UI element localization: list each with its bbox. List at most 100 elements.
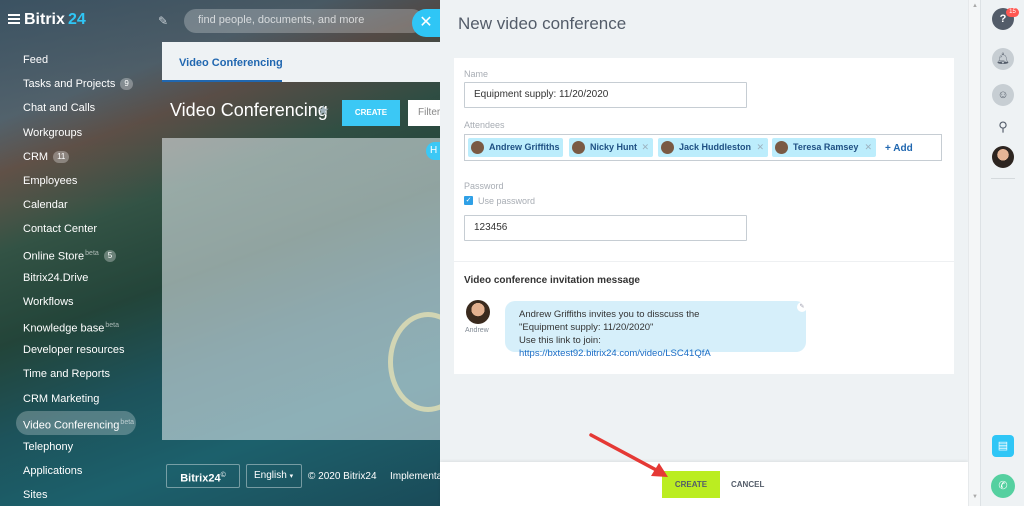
- sidebar-item[interactable]: Tasks and Projects 9: [0, 72, 160, 96]
- scroll-up-icon[interactable]: ▲: [972, 3, 978, 9]
- sidebar-item[interactable]: Online Storebeta 5: [0, 242, 160, 266]
- notification-badge: 15: [1006, 8, 1019, 17]
- sidebar-item-label: Tasks and Projects: [23, 78, 116, 91]
- sidebar-item-label: Feed: [23, 54, 49, 66]
- divider: [991, 178, 1015, 179]
- name-input[interactable]: Equipment supply: 11/20/2020: [464, 82, 747, 108]
- page-create-button[interactable]: CREATE: [342, 100, 400, 126]
- copyright: © 2020 Bitrix24: [308, 471, 377, 482]
- create-button[interactable]: CREATE: [662, 471, 720, 498]
- footer-logo[interactable]: Bitrix24©: [166, 464, 240, 488]
- close-slider-button[interactable]: ✕: [412, 9, 440, 37]
- logo[interactable]: Bitrix: [24, 11, 65, 29]
- sidebar-item[interactable]: Chat and Calls: [0, 96, 160, 120]
- avatar: [775, 141, 788, 154]
- tab-video-conferencing[interactable]: Video Conferencing: [179, 57, 283, 69]
- sidebar-item-label: CRM: [23, 150, 49, 163]
- sidebar-item-label: Developer resources: [23, 344, 125, 357]
- logo-suffix[interactable]: 24: [68, 11, 86, 29]
- remove-icon[interactable]: ✕: [864, 138, 872, 157]
- sidebar-item[interactable]: Calendar: [0, 193, 160, 217]
- counter-badge: 11: [53, 150, 70, 163]
- sidebar-item-label: Telephony: [23, 441, 74, 453]
- scrollbar[interactable]: ▲ ▼: [968, 0, 980, 506]
- sidebar-item[interactable]: Video Conferencingbeta: [16, 410, 136, 435]
- top-bar: Bitrix 24 ✎ find people, documents, and …: [0, 0, 440, 42]
- attendee-chip[interactable]: Teresa Ramsey ✕: [772, 138, 876, 157]
- scroll-down-icon[interactable]: ▼: [972, 494, 978, 500]
- avatar: [572, 141, 585, 154]
- bell-icon[interactable]: 🔔︎: [992, 48, 1014, 70]
- attendee-chip[interactable]: Nicky Hunt ✕: [569, 138, 653, 157]
- message-heading: Video conference invitation message: [464, 275, 640, 286]
- name-label: Name: [464, 69, 489, 79]
- beta-badge: beta: [120, 418, 135, 426]
- attendee-chip[interactable]: Jack Huddleston ✕: [658, 138, 768, 157]
- author-avatar: [466, 300, 490, 324]
- page-title: Video Conferencing: [170, 100, 328, 120]
- sidebar-item[interactable]: Telephony: [0, 435, 160, 459]
- sidebar-item[interactable]: Employees: [0, 169, 160, 193]
- footer-link[interactable]: Implementa: [390, 471, 442, 482]
- remove-icon[interactable]: ✕: [756, 138, 764, 157]
- beta-badge: beta: [85, 249, 99, 257]
- avatar: [661, 141, 674, 154]
- chevron-down-icon: ▾: [289, 473, 294, 480]
- sidebar-item-label: Knowledge base: [23, 322, 105, 335]
- sidebar-item[interactable]: Contact Center: [0, 217, 160, 241]
- sidebar-item-label: Workflows: [23, 295, 74, 308]
- sidebar-item-label: Bitrix24.Drive: [23, 271, 89, 284]
- attendees-label: Attendees: [464, 120, 505, 130]
- sidebar-item[interactable]: Bitrix24.Drive: [0, 266, 160, 290]
- sidebar-item-label: Employees: [23, 174, 78, 187]
- sidebar-item[interactable]: Sites: [0, 483, 160, 506]
- search-icon[interactable]: ⚲: [992, 116, 1014, 138]
- sidebar-item-label: Time and Reports: [23, 368, 111, 381]
- video-conferencing-page: Video Conferencing Video Conferencing ★ …: [162, 42, 468, 440]
- phone-icon[interactable]: ✆: [991, 474, 1015, 498]
- sidebar-item[interactable]: Knowledge basebeta: [0, 314, 160, 338]
- sidebar-item-label: Chat and Calls: [23, 102, 96, 115]
- new-video-conference-slider: New video conference Name Equipment supp…: [440, 0, 980, 506]
- attendees-field[interactable]: Andrew Griffiths Nicky Hunt ✕ Jack Huddle…: [464, 134, 942, 161]
- page-tab-bar: Video Conferencing: [162, 42, 440, 82]
- use-password-checkbox[interactable]: ✓: [464, 196, 473, 205]
- avatar: [471, 141, 484, 154]
- search-input[interactable]: find people, documents, and more: [184, 9, 424, 33]
- use-password-label: Use password: [478, 196, 536, 206]
- password-input[interactable]: 123456: [464, 215, 747, 241]
- remove-icon[interactable]: ✕: [641, 138, 649, 157]
- sidebar-item[interactable]: Workflows: [0, 290, 160, 314]
- sidebar-item-label: Video Conferencing: [23, 419, 120, 432]
- sidebar-item[interactable]: Workgroups: [0, 121, 160, 145]
- divider: [454, 261, 954, 262]
- conference-link[interactable]: https://bxtest92.bitrix24.com/video/LSC4…: [519, 348, 711, 359]
- document-icon[interactable]: ▤: [992, 435, 1014, 457]
- star-icon[interactable]: ★: [317, 102, 330, 119]
- add-attendee-link[interactable]: + Add: [885, 139, 913, 158]
- action-bar: CREATE CANCEL: [440, 462, 968, 506]
- user-avatar[interactable]: [992, 146, 1014, 168]
- sidebar-item[interactable]: Feed: [0, 48, 160, 72]
- sidebar-item[interactable]: Time and Reports: [0, 362, 160, 386]
- counter-badge: 9: [120, 78, 133, 91]
- sidebar-item[interactable]: CRM 11: [0, 145, 160, 169]
- invitation-message[interactable]: Andrew Griffiths invites you to disscuss…: [505, 301, 806, 359]
- help-bubble[interactable]: H: [426, 142, 440, 160]
- pencil-icon[interactable]: ✎: [158, 14, 168, 28]
- author-name: Andrew: [465, 327, 489, 334]
- sidebar-item-label: Workgroups: [23, 126, 83, 139]
- attendee-chip[interactable]: Andrew Griffiths: [468, 138, 563, 157]
- sidebar-item-label: Online Store: [23, 250, 85, 263]
- sidebar-item[interactable]: CRM Marketing: [0, 387, 160, 411]
- sidebar-item[interactable]: Applications: [0, 459, 160, 483]
- edit-icon[interactable]: ✎: [797, 302, 807, 312]
- menu-icon[interactable]: [8, 14, 20, 24]
- chat-icon[interactable]: ☺: [992, 84, 1014, 106]
- cancel-button[interactable]: CANCEL: [731, 471, 765, 498]
- filter-input[interactable]: Filter: [408, 100, 440, 126]
- counter-badge: 5: [103, 250, 117, 263]
- footer: Bitrix24© English ▾ © 2020 Bitrix24 Impl…: [162, 462, 442, 492]
- language-selector[interactable]: English ▾: [246, 464, 302, 488]
- sidebar-item[interactable]: Developer resources: [0, 338, 160, 362]
